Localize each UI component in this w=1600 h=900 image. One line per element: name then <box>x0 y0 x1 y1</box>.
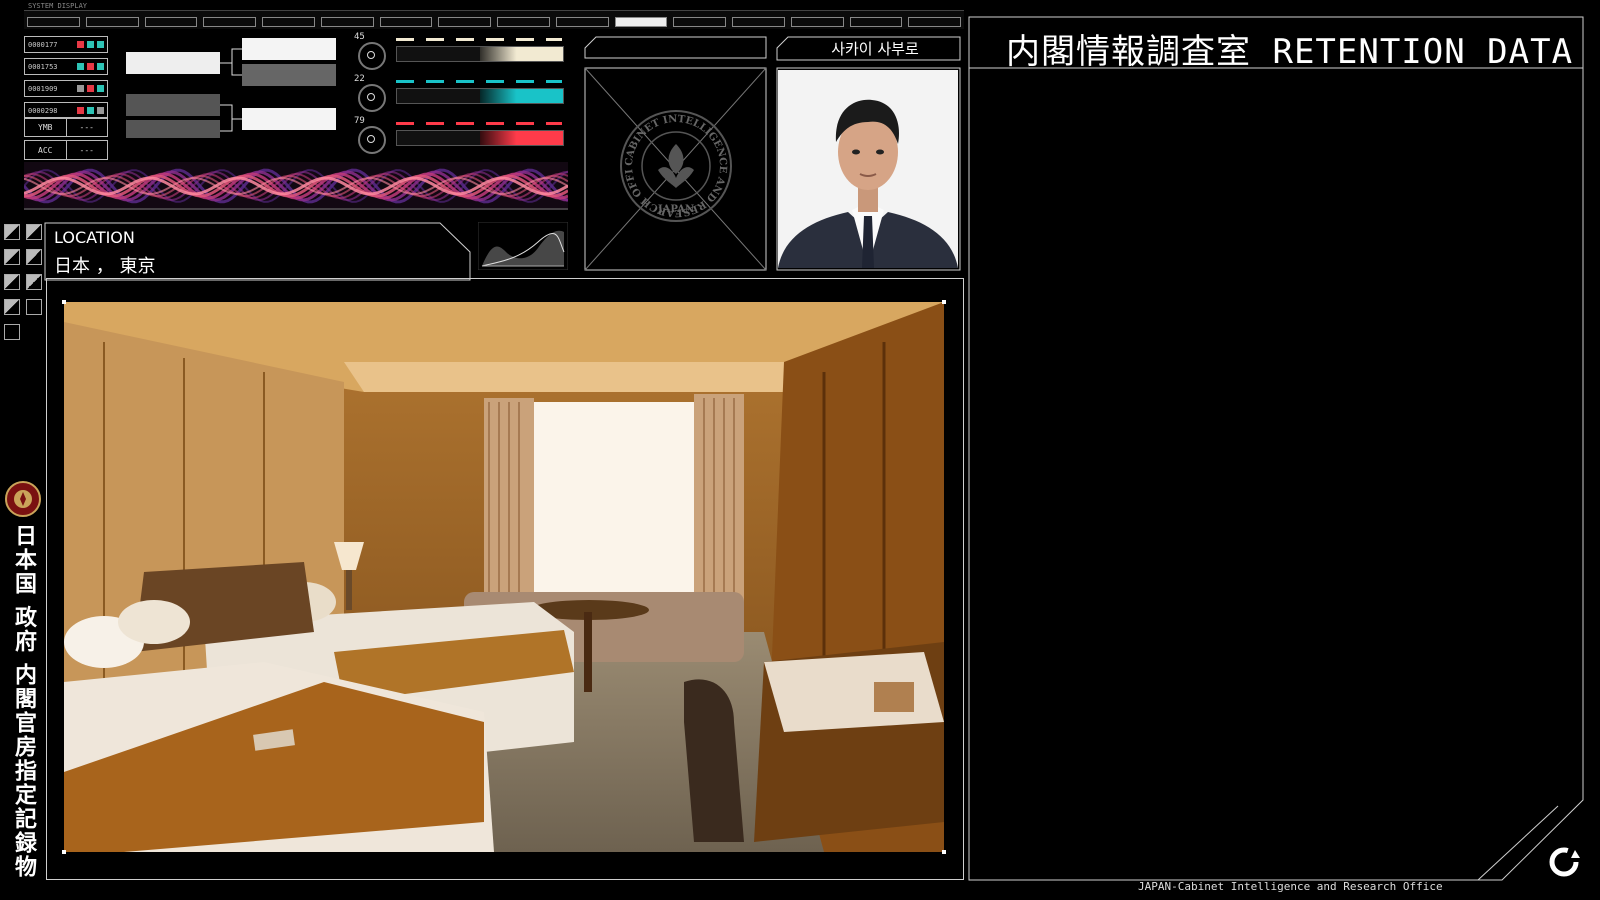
status-indicator <box>87 41 94 48</box>
status-indicator <box>77 41 84 48</box>
corner-marker <box>62 300 66 304</box>
kv-key: ACC <box>38 145 53 155</box>
key-value-row: YMB --- <box>24 117 108 137</box>
status-code-row: 0001753 <box>24 58 108 75</box>
strip-segment <box>614 17 668 27</box>
status-indicator <box>87 85 94 92</box>
person-name: 사카이 사부로 <box>831 40 919 58</box>
hatch-icon <box>26 299 42 315</box>
diagram-block <box>126 120 220 138</box>
dial-label: 79 <box>354 116 365 126</box>
status-indicator <box>97 107 104 114</box>
hatch-icon <box>26 274 42 290</box>
level-dashes <box>396 80 562 83</box>
kv-key: YMB <box>38 122 53 132</box>
dial-label: 45 <box>354 32 365 42</box>
mini-area-chart <box>478 222 568 270</box>
hatch-icon <box>4 299 20 315</box>
status-code-row: 0000177 <box>24 36 108 53</box>
strip-segment <box>673 17 726 27</box>
key-value-row: ACC --- <box>24 140 108 160</box>
status-code: 0000298 <box>28 106 58 115</box>
hotel-room-photo <box>64 302 944 852</box>
side-icon-grid <box>4 224 42 346</box>
status-indicator <box>97 63 104 70</box>
dial-label: 22 <box>354 74 365 84</box>
level-bar <box>396 46 564 62</box>
hatch-icon <box>4 249 20 265</box>
right-panel-frame <box>968 16 1584 881</box>
top-strip-label: SYSTEM DISPLAY <box>28 2 88 10</box>
level-meter-panel: 45 22 79 <box>354 32 568 156</box>
location-label: LOCATION <box>54 228 135 247</box>
level-bar <box>396 130 564 146</box>
hatch-icon <box>26 249 42 265</box>
status-code: 0001909 <box>28 84 58 93</box>
corner-marker <box>942 850 946 854</box>
waveform-band <box>24 162 568 210</box>
person-portrait <box>778 70 958 268</box>
dial-knob-icon <box>358 84 386 112</box>
location-value: 日本 ， 東京 <box>54 256 156 277</box>
strip-segment <box>203 17 256 27</box>
dial-knob-icon <box>358 126 386 154</box>
page-title: 内閣情報調査室 RETENTION DATA <box>1006 32 1574 72</box>
footer-text: JAPAN-Cabinet Intelligence and Research … <box>1138 880 1443 893</box>
status-indicator <box>77 107 84 114</box>
strip-segment <box>27 17 80 27</box>
level-dashes <box>396 38 562 41</box>
strip-segment <box>849 17 903 27</box>
diagram-block <box>242 108 336 130</box>
status-code-row: 0001909 <box>24 80 108 97</box>
emblem-icon <box>5 481 41 517</box>
strip-segment <box>379 17 433 27</box>
level-bar <box>396 88 564 104</box>
diagram-block <box>242 38 336 60</box>
status-code: 0001753 <box>28 62 58 71</box>
diagram-block <box>242 64 336 86</box>
seal-bottom-text: JAPAN <box>657 204 695 215</box>
hatch-icon <box>4 274 20 290</box>
key-value-list: YMB --- ACC --- <box>24 117 108 163</box>
block-diagram <box>126 38 336 138</box>
level-dashes <box>396 122 562 125</box>
strip-segment <box>790 17 844 27</box>
hatch-icon <box>4 324 20 340</box>
corner-marker <box>942 300 946 304</box>
vertical-government-caption: 日本国 政府 内閣官房指定記録物 <box>11 524 36 880</box>
diagram-block <box>126 52 220 74</box>
status-indicator <box>87 63 94 70</box>
strip-segment <box>320 17 374 27</box>
status-indicator <box>97 85 104 92</box>
strip-segment <box>908 17 961 27</box>
top-segment-strip: SYSTEM DISPLAY <box>24 2 964 29</box>
status-indicator <box>97 41 104 48</box>
strip-segment <box>85 17 139 27</box>
strip-segment <box>732 17 785 27</box>
status-indicator <box>87 107 94 114</box>
dial-knob-icon <box>358 42 386 70</box>
cycle-icon[interactable] <box>1544 842 1584 882</box>
hatch-icon <box>4 224 20 240</box>
status-code: 0000177 <box>28 40 58 49</box>
kv-value: --- <box>65 141 108 159</box>
status-indicator <box>77 85 84 92</box>
strip-segment <box>144 17 198 27</box>
corner-marker <box>62 850 66 854</box>
status-code-list: 0000177 0001753 0001909 0000298 <box>24 36 108 124</box>
kv-value: --- <box>65 118 108 136</box>
strip-segment <box>497 17 550 27</box>
strip-segment <box>438 17 491 27</box>
strip-segment <box>262 17 315 27</box>
status-indicator <box>77 63 84 70</box>
diagram-block <box>126 94 220 116</box>
hatch-icon <box>26 224 42 240</box>
strip-segment <box>555 17 609 27</box>
